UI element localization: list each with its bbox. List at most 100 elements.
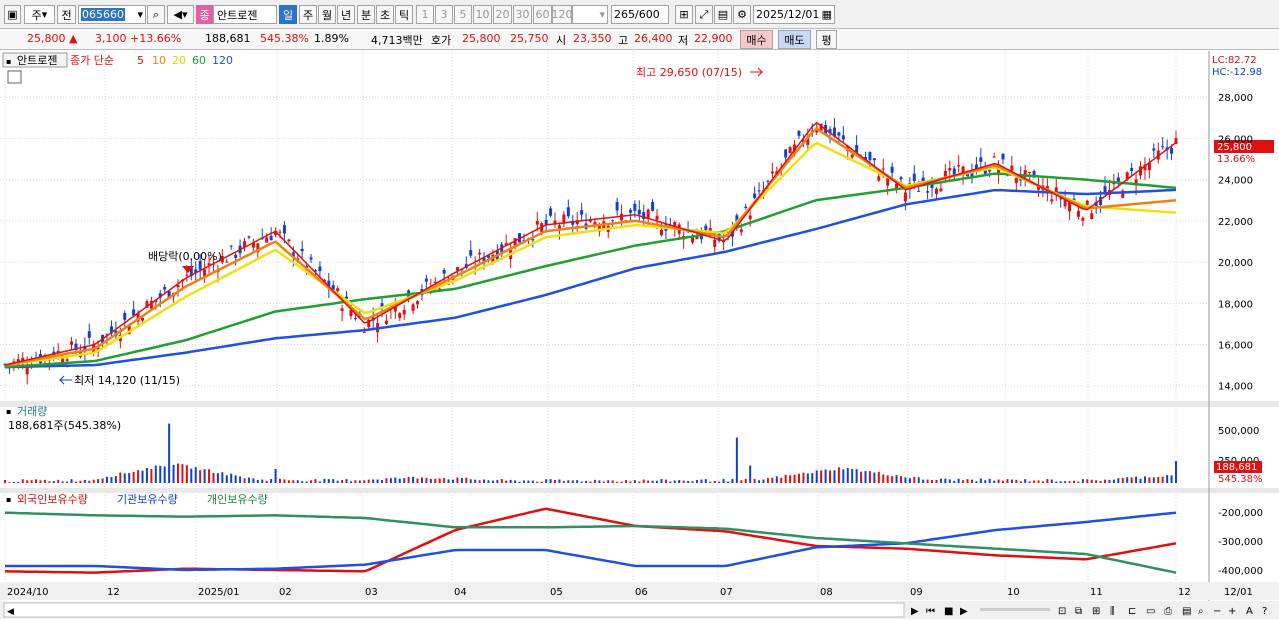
collapse-icon[interactable]: ▪	[6, 57, 11, 66]
candle-body	[70, 341, 74, 345]
volume-bar	[749, 465, 752, 483]
candle-body	[1001, 153, 1005, 160]
holder-ytick-3: -400,000	[1218, 566, 1263, 577]
count-input[interactable]: 265/600	[611, 5, 669, 24]
num-3[interactable]: 3	[435, 5, 453, 24]
candle-body	[362, 332, 366, 334]
buy-button[interactable]: 매수	[740, 30, 773, 49]
search-icon[interactable]: ⌕	[147, 5, 165, 24]
tab-period-minute[interactable]: 분	[357, 5, 375, 24]
holder-collapse-icon[interactable]: ▪	[6, 495, 11, 504]
volume-bar	[21, 479, 24, 483]
font-size-icon[interactable]: A	[1246, 606, 1253, 617]
rect-icon[interactable]: ▭	[1146, 606, 1155, 617]
volume-bar	[616, 481, 619, 483]
candle-body	[247, 236, 251, 238]
xaxis-label: 2024/10	[7, 587, 49, 598]
price-ytick: 24,000	[1218, 176, 1253, 187]
chart-canvas[interactable]: ▪ 안트로젠 종가 단순 5 10 20 60 120 LC:82.72 HC:…	[0, 51, 1279, 621]
volume-bar	[1126, 477, 1129, 483]
candle-body	[225, 261, 229, 263]
volume-bar	[1019, 481, 1022, 483]
code-dropdown-icon[interactable]: ▾	[137, 8, 145, 21]
avg-button[interactable]: 평	[816, 30, 837, 49]
volume-bar	[864, 471, 867, 483]
num-30[interactable]: 30	[513, 5, 532, 24]
code-value: 065660	[81, 8, 125, 21]
volume-bar	[17, 481, 20, 483]
zoom-in-icon[interactable]: +	[1228, 606, 1236, 617]
volume-collapse-icon[interactable]: ▪	[6, 407, 11, 416]
tab-period-year[interactable]: 년	[337, 5, 355, 24]
volume-bar	[314, 479, 317, 483]
rewind-icon[interactable]: ⏮	[926, 606, 935, 617]
bars-icon[interactable]: ⫼	[1110, 606, 1115, 617]
volume-bar	[740, 480, 743, 483]
save-icon[interactable]: ▤	[714, 5, 732, 24]
zoom-fit-icon[interactable]: ⊡	[1058, 606, 1066, 617]
volume-bar	[194, 467, 197, 483]
zoom-search-icon[interactable]: ⌕	[1198, 606, 1204, 617]
num-20[interactable]: 20	[493, 5, 512, 24]
ma-5-label: 5	[137, 54, 144, 67]
volume-bar	[944, 478, 947, 483]
panel-divider-1[interactable]	[0, 401, 1279, 407]
interval-dropdown[interactable]: ▾	[572, 5, 608, 24]
prev-button[interactable]: 전	[57, 5, 76, 24]
tab-period-day[interactable]: 일	[279, 5, 297, 24]
code-input[interactable]: 065660 ▾	[78, 5, 146, 24]
expand-icon[interactable]: ⤢	[695, 5, 713, 24]
type-select[interactable]: 주 ▾	[24, 5, 55, 24]
tab-period-second[interactable]: 초	[376, 5, 394, 24]
date-input[interactable]: 2025/12/01 ▦	[753, 5, 835, 24]
tab-period-week[interactable]: 주	[299, 5, 317, 24]
tab-period-month[interactable]: 월	[318, 5, 336, 24]
layout-icon[interactable]: ▣	[4, 5, 21, 24]
print-icon[interactable]: ⎙	[1164, 606, 1172, 617]
panel-divider-2[interactable]	[0, 488, 1279, 493]
volume-bar	[128, 472, 131, 483]
stop-icon[interactable]: ■	[944, 606, 953, 617]
table-icon[interactable]	[7, 70, 22, 84]
volume-bar	[349, 481, 352, 483]
volume-bar	[225, 475, 228, 483]
volume-bar	[505, 480, 508, 483]
grid-icon[interactable]: ⊞	[675, 5, 693, 24]
volume-bar	[119, 472, 122, 483]
num-60[interactable]: 60	[533, 5, 552, 24]
range-icon[interactable]: ⊏	[1128, 606, 1136, 617]
volume-bar	[491, 480, 494, 483]
zoom-out-icon[interactable]: −	[1213, 606, 1221, 617]
volume-bar	[1135, 476, 1138, 483]
scrollbar-track[interactable]	[3, 602, 905, 618]
panel-icon[interactable]: ▤	[1182, 606, 1191, 617]
candle-body	[784, 149, 788, 158]
num-120[interactable]: 120	[552, 5, 572, 24]
num-10[interactable]: 10	[473, 5, 492, 24]
volume-bar	[549, 479, 552, 483]
speaker-icon[interactable]: ◀▾	[167, 5, 194, 24]
num-1[interactable]: 1	[416, 5, 434, 24]
candle-body	[611, 220, 615, 222]
calendar-icon[interactable]: ▦	[822, 8, 834, 21]
copy-icon[interactable]: ⧉	[1075, 606, 1082, 617]
speed-slider[interactable]	[980, 608, 1050, 611]
sell-button[interactable]: 매도	[778, 30, 811, 49]
volume-bar	[731, 478, 734, 483]
stock-name[interactable]: 안트로젠	[213, 5, 277, 24]
gear-icon[interactable]: ⚙	[733, 5, 751, 24]
volume-bar	[190, 468, 193, 483]
help-icon[interactable]: ?	[1262, 606, 1267, 617]
tab-period-tick[interactable]: 틱	[395, 5, 413, 24]
volume-bar	[425, 477, 428, 483]
play-icon[interactable]: ▶	[960, 606, 968, 617]
num-5[interactable]: 5	[454, 5, 472, 24]
scroll-left-icon[interactable]: ◀	[7, 607, 14, 617]
candle-body	[318, 266, 322, 272]
chart-type-icon[interactable]: ⊞	[1092, 606, 1100, 617]
volume-bar	[212, 472, 215, 483]
volume-bar	[695, 480, 698, 483]
volume-bar	[820, 470, 823, 483]
volume-bar	[620, 481, 623, 483]
scroll-right-icon[interactable]: ▶	[911, 606, 919, 617]
